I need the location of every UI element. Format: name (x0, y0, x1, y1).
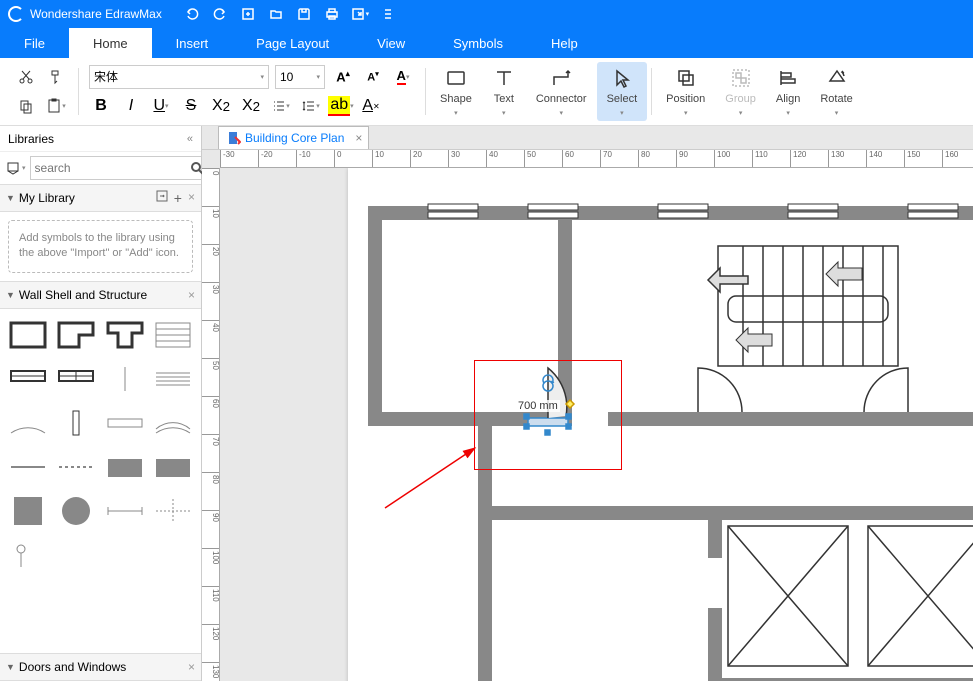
format-painter-button[interactable] (44, 65, 68, 89)
shape-hatch[interactable] (153, 361, 193, 397)
save-button[interactable] (292, 2, 316, 26)
italic-button[interactable]: I (119, 94, 143, 118)
doc-icon (227, 131, 241, 145)
shape-horiz-bar[interactable] (105, 405, 145, 441)
page: 700 mm (348, 168, 973, 681)
library-hint: Add symbols to the library using the abo… (8, 220, 193, 273)
shape-tool[interactable]: Shape▾ (430, 62, 482, 121)
font-decrease-button[interactable]: A▾ (361, 65, 385, 89)
shape-arc-wall[interactable] (8, 405, 48, 441)
font-increase-button[interactable]: A▴ (331, 65, 355, 89)
close-section-icon[interactable]: × (188, 660, 195, 674)
shape-vert-wall[interactable] (56, 405, 96, 441)
print-button[interactable] (320, 2, 344, 26)
super-button[interactable]: X2 (209, 94, 233, 118)
shape-circle[interactable] (56, 493, 96, 529)
shape-l-room[interactable] (56, 317, 96, 353)
libraries-sidebar: Libraries « ▾ ▲ ▼ ▼My Library + × Add sy… (0, 126, 202, 681)
highlight-button[interactable]: ab▾ (329, 94, 353, 118)
bold-button[interactable]: B (89, 94, 113, 118)
floor-plan (348, 168, 973, 681)
new-button[interactable] (236, 2, 260, 26)
close-section-icon[interactable]: × (188, 288, 195, 302)
bullets-button[interactable]: ▾ (269, 94, 293, 118)
shape-thin-bar[interactable] (8, 449, 48, 485)
drawing-canvas[interactable]: 700 mm (220, 168, 973, 681)
annotation-arrow (380, 438, 500, 518)
shape-datum[interactable] (8, 537, 48, 573)
library-menu-button[interactable]: ▾ (6, 156, 26, 180)
close-section-icon[interactable]: × (188, 190, 195, 206)
menu-view[interactable]: View (353, 28, 429, 58)
font-size-select[interactable]: 10▾ (275, 65, 325, 89)
menu-page-layout[interactable]: Page Layout (232, 28, 353, 58)
shape-vert-line[interactable] (105, 361, 145, 397)
collapse-sidebar-icon[interactable]: « (187, 133, 193, 145)
shape-square[interactable] (8, 493, 48, 529)
app-title: Wondershare EdrawMax (30, 7, 162, 21)
shape-arc-2[interactable] (153, 405, 193, 441)
menu-file[interactable]: File (0, 28, 69, 58)
group-tool[interactable]: Group▾ (715, 62, 766, 121)
shape-filled-1[interactable] (105, 449, 145, 485)
document-tab[interactable]: Building Core Plan (218, 126, 369, 149)
font-family-select[interactable]: 宋体▾ (89, 65, 269, 89)
sub-button[interactable]: X2 (239, 94, 263, 118)
ruler-horizontal: -30-20-100102030405060708090100110120130… (220, 150, 973, 168)
cut-button[interactable] (14, 65, 38, 89)
strike-button[interactable]: S (179, 94, 203, 118)
library-search[interactable] (30, 156, 209, 180)
position-tool[interactable]: Position▾ (656, 62, 715, 121)
select-tool[interactable]: Select▾ (597, 62, 648, 121)
line-spacing-button[interactable]: ▾ (299, 94, 323, 118)
align-tool[interactable]: Align▾ (766, 62, 810, 121)
export-button[interactable]: ▾ (348, 2, 372, 26)
shape-dash-bar[interactable] (56, 449, 96, 485)
shape-center-mark[interactable] (153, 493, 193, 529)
copy-button[interactable] (14, 94, 38, 118)
redo-button[interactable] (208, 2, 232, 26)
open-button[interactable] (264, 2, 288, 26)
title-bar: Wondershare EdrawMax ▾ (0, 0, 973, 28)
shape-lines[interactable] (153, 317, 193, 353)
connector-tool[interactable]: Connector▾ (526, 62, 597, 121)
app-logo (8, 6, 24, 22)
underline-button[interactable]: U▾ (149, 94, 173, 118)
paste-button[interactable]: ▾ (44, 94, 68, 118)
canvas-area: Building Core Plan -30-20-10010203040506… (202, 126, 973, 681)
menu-bar: File Home Insert Page Layout View Symbol… (0, 28, 973, 58)
menu-home[interactable]: Home (69, 28, 152, 58)
shape-room[interactable] (8, 317, 48, 353)
rotate-tool[interactable]: Rotate▾ (810, 62, 862, 121)
shape-wall-1[interactable] (8, 361, 48, 397)
import-icon[interactable] (156, 190, 168, 206)
shape-t-room[interactable] (105, 317, 145, 353)
menu-insert[interactable]: Insert (152, 28, 233, 58)
add-icon[interactable]: + (174, 190, 182, 206)
section-my-library[interactable]: ▼My Library + × (0, 184, 201, 212)
font-color-button[interactable]: A▾ (391, 65, 415, 89)
shape-wall-2[interactable] (56, 361, 96, 397)
section-wall-shell[interactable]: ▼Wall Shell and Structure × (0, 281, 201, 309)
ribbon: ▾ 宋体▾ 10▾ A▴ A▾ A▾ B I U▾ S X2 X2 ▾ ▾ ab… (0, 58, 973, 126)
shape-line-dim[interactable] (105, 493, 145, 529)
clear-format-button[interactable]: A✕ (359, 94, 383, 118)
section-doors-windows[interactable]: ▼Doors and Windows × (0, 653, 201, 681)
text-tool[interactable]: Text▾ (482, 62, 526, 121)
ruler-vertical: 0102030405060708090100110120130 (202, 168, 220, 681)
options-button[interactable] (376, 2, 400, 26)
undo-button[interactable] (180, 2, 204, 26)
search-input[interactable] (35, 161, 190, 175)
menu-help[interactable]: Help (527, 28, 602, 58)
shape-filled-2[interactable] (153, 449, 193, 485)
menu-symbols[interactable]: Symbols (429, 28, 527, 58)
sidebar-title: Libraries (8, 132, 54, 146)
shapes-grid (8, 317, 193, 573)
